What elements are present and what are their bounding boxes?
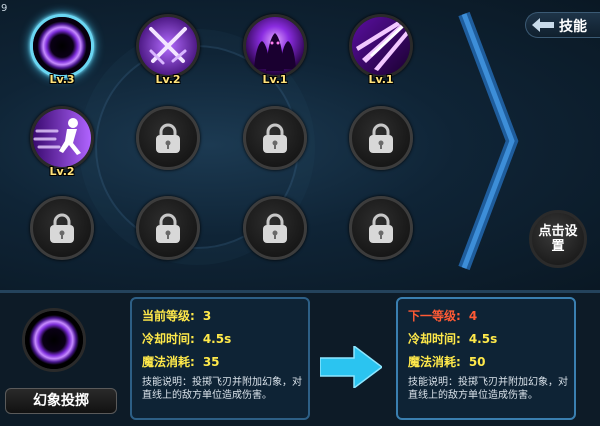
mana-cost-row: 魔法消耗: 50 [408,353,486,370]
phantom-orb-icon [33,17,91,75]
cooldown-row: 冷却时间: 4.5s [142,330,231,347]
locked-skill-slot[interactable] [136,106,200,170]
cooldown-value: 4.5s [468,332,498,346]
level-value: 4 [468,309,478,323]
lock-icon [50,213,74,243]
current-level-row: 当前等级: 3 [142,307,211,324]
mana-label: 魔法消耗: [142,355,195,369]
phantom-orb-icon [25,311,83,369]
lock-icon [263,213,287,243]
click-settings-button[interactable]: 点击设置 [529,210,587,268]
lock-icon [369,123,393,153]
skill-slot-phantom-throw[interactable] [30,14,94,78]
dash-runner-icon [33,109,91,167]
level-label: 当前等级: [142,309,195,323]
cooldown-value: 4.5s [202,332,232,346]
lock-icon [263,123,287,153]
selected-skill-name: 幻象投掷 [5,388,117,414]
level-value: 3 [202,309,212,323]
locked-skill-slot[interactable] [349,106,413,170]
skill-tab-button[interactable]: 技能 [525,12,600,38]
locked-skill-slot[interactable] [30,196,94,260]
skill-level-label: Lv.2 [155,73,181,86]
locked-skill-slot[interactable] [243,106,307,170]
skill-level-label: Lv.1 [368,73,394,86]
corner-text: 9 [1,3,8,14]
next-level-card: 下一等级: 4 冷却时间: 4.5s 魔法消耗: 50 技能说明：投掷飞刃并附加幻象，… [396,297,576,420]
lock-icon [156,123,180,153]
skill-slot-shadow-clones[interactable] [243,14,307,78]
ornate-arrow-icon [532,18,554,32]
cooldown-label: 冷却时间: [142,332,195,346]
skill-level-label: Lv.3 [49,73,75,86]
mana-value: 50 [468,355,486,369]
locked-skill-slot[interactable] [349,196,413,260]
locked-skill-slot[interactable] [136,196,200,260]
lock-icon [156,213,180,243]
skill-slot-slash-burst[interactable] [349,14,413,78]
skill-level-label: Lv.1 [262,73,288,86]
click-settings-label: 点击设置 [538,224,578,254]
mana-value: 35 [202,355,220,369]
cooldown-label: 冷却时间: [408,332,461,346]
slash-burst-icon [352,17,410,75]
mana-cost-row: 魔法消耗: 35 [142,353,220,370]
lock-icon [369,213,393,243]
cooldown-row: 冷却时间: 4.5s [408,330,497,347]
skill-level-label: Lv.2 [49,165,75,178]
skill-tab-label: 技能 [559,19,587,35]
crossed-swords-icon [139,17,197,75]
next-page-chevron-icon[interactable] [458,10,520,272]
skill-description: 技能说明：投掷飞刃并附加幻象，对直线上的敌方单位造成伤害。 [142,377,302,401]
next-level-row: 下一等级: 4 [408,307,477,324]
mana-label: 魔法消耗: [408,355,461,369]
locked-skill-slot[interactable] [243,196,307,260]
skill-grid-panel: 9 Lv.3 Lv.2 Lv.1 Lv.1 Lv.2 技能 点击设置 [0,0,600,290]
skill-slot-crossed-swords[interactable] [136,14,200,78]
skill-slot-dash-runner[interactable] [30,106,94,170]
shadow-clones-icon [246,17,304,75]
level-label: 下一等级: [408,309,461,323]
current-level-card: 当前等级: 3 冷却时间: 4.5s 魔法消耗: 35 技能说明：投掷飞刃并附加幻象，… [130,297,310,420]
selected-skill-icon [22,308,86,372]
skill-description: 技能说明：投掷飞刃并附加幻象，对直线上的敌方单位造成伤害。 [408,377,568,401]
upgrade-arrow-icon [320,346,382,388]
